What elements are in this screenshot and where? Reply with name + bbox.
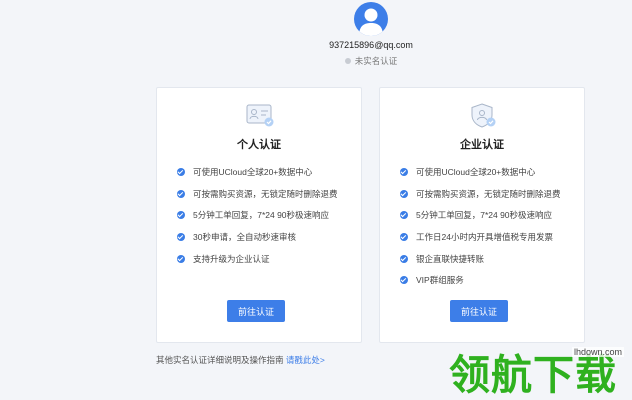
feature-text: 银企直联快捷转账 [416,253,485,264]
verification-status-label: 未实名认证 [354,56,398,66]
feature-item: 可使用UCloud全球20+数据中心 [400,161,561,183]
feature-item: 可使用UCloud全球20+数据中心 [177,161,338,183]
watermark-url: lhdown.com [571,347,624,357]
feature-text: 30秒申请，全自动秒速审核 [193,231,296,242]
avatar [354,2,388,36]
feature-text: 可使用UCloud全球20+数据中心 [193,166,313,177]
check-circle-icon [400,167,408,176]
watermark: 领航下载 lhdown.com [449,341,632,400]
feature-item: VIP群组服务 [400,269,561,291]
feature-text: 支持升级为企业认证 [193,253,270,264]
user-avatar-icon [359,8,383,36]
personal-verify-button[interactable]: 前往认证 [227,300,285,322]
account-email: 937215896@qq.com [329,40,413,50]
check-circle-icon [400,232,408,241]
check-circle-icon [400,254,408,263]
id-card-icon [246,104,274,127]
feature-item: 工作日24小时内开具增值税专用发票 [400,226,561,248]
feature-text: 可使用UCloud全球20+数据中心 [416,166,536,177]
footer-note: 其他实名认证详细说明及操作指南 请戳此处> [156,354,325,366]
feature-list: 可使用UCloud全球20+数据中心 可按需购买资源，无锁定随时删除退费 5分钟… [400,161,561,291]
feature-item: 可按需购买资源，无锁定随时删除退费 [177,183,338,205]
feature-item: 银企直联快捷转账 [400,248,561,270]
guide-link[interactable]: 请戳此处> [286,355,325,365]
feature-item: 5分钟工单回复，7*24 90秒极速响应 [400,204,561,226]
feature-item: 5分钟工单回复，7*24 90秒极速响应 [177,204,338,226]
check-circle-icon [177,232,185,241]
check-circle-icon [177,167,185,176]
feature-text: 5分钟工单回复，7*24 90秒极速响应 [193,210,330,221]
verification-status: 未实名认证 [0,55,632,67]
feature-item: 可按需购买资源，无锁定随时删除退费 [400,183,561,205]
feature-text: VIP群组服务 [416,275,464,286]
feature-text: 5分钟工单回复，7*24 90秒极速响应 [416,210,553,221]
card-title: 个人认证 [237,139,281,151]
enterprise-verification-card: 企业认证 可使用UCloud全球20+数据中心 可按需购买资源，无锁定随时删除退… [379,87,585,343]
check-circle-icon [400,189,408,198]
watermark-logo: 领航下载 [449,352,617,398]
check-circle-icon [400,276,408,285]
enterprise-shield-icon [471,103,496,128]
feature-list: 可使用UCloud全球20+数据中心 可按需购买资源，无锁定随时删除退费 5分钟… [177,161,338,269]
feature-item: 30秒申请，全自动秒速审核 [177,226,338,248]
feature-text: 可按需购买资源，无锁定随时删除退费 [416,188,561,199]
personal-verification-card: 个人认证 可使用UCloud全球20+数据中心 可按需购买资源，无锁定随时删除退… [156,87,362,343]
card-title: 企业认证 [460,139,504,151]
feature-text: 可按需购买资源，无锁定随时删除退费 [193,188,338,199]
check-circle-icon [177,254,185,263]
feature-item: 支持升级为企业认证 [177,248,338,270]
check-circle-icon [177,211,185,220]
check-circle-icon [400,211,408,220]
check-circle-icon [177,189,185,198]
feature-text: 工作日24小时内开具增值税专用发票 [416,231,553,242]
status-dot-icon [344,58,351,64]
enterprise-verify-button[interactable]: 前往认证 [450,300,508,322]
footer-note-text: 其他实名认证详细说明及操作指南 [156,355,284,365]
